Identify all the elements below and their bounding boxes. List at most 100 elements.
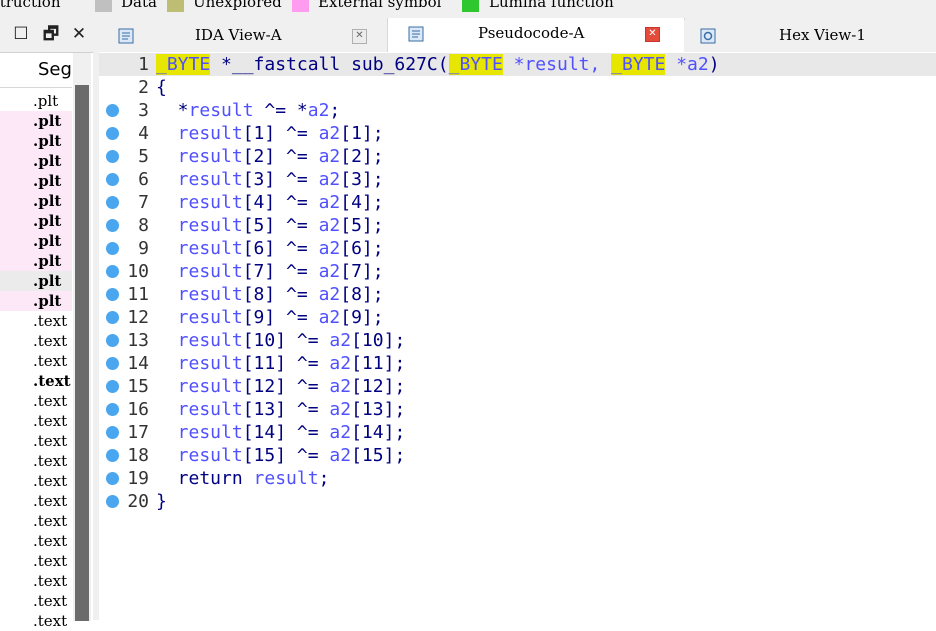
code-line[interactable]: 3 *result ^= *a2; — [99, 99, 936, 122]
code-text: result[14] ^= a2[14]; — [156, 421, 406, 444]
identifier-token: result — [156, 169, 243, 190]
segment-row[interactable]: .plt — [0, 91, 72, 111]
tab-ida-view[interactable]: IDA View-A ✕ — [100, 20, 386, 52]
segment-name: .plt — [33, 292, 62, 310]
segment-row[interactable]: .text — [0, 451, 72, 471]
code-line[interactable]: 6 result[3] ^= a2[3]; — [99, 168, 936, 191]
code-text: *result ^= *a2; — [156, 99, 341, 122]
line-number: 12 — [127, 307, 149, 328]
segment-row[interactable]: .plt — [0, 291, 72, 311]
code-token: [5] ^= — [242, 215, 319, 236]
segment-row[interactable]: .text — [0, 311, 72, 331]
segment-row[interactable]: .plt — [0, 131, 72, 151]
segment-row[interactable]: .text — [0, 611, 72, 631]
breakpoint-dot-icon[interactable] — [106, 265, 119, 278]
code-line[interactable]: 8 result[5] ^= a2[5]; — [99, 214, 936, 237]
pseudocode-view[interactable]: 1 _BYTE *__fastcall sub_627C(_BYTE *resul… — [99, 52, 936, 620]
code-line[interactable]: 19 return result; — [99, 467, 936, 490]
tab-hex-view[interactable]: Hex View-1 — [684, 20, 936, 52]
segment-row[interactable]: .text — [0, 391, 72, 411]
scrollbar-thumb[interactable] — [75, 85, 89, 621]
tab-close-icon[interactable]: ✕ — [352, 29, 367, 44]
tab-close-icon[interactable]: ✕ — [645, 27, 660, 42]
segment-row[interactable]: .text — [0, 591, 72, 611]
segment-row[interactable]: .text — [0, 491, 72, 511]
code-text: result[4] ^= a2[4]; — [156, 191, 384, 214]
float-icon[interactable]: 🗗 — [40, 22, 62, 46]
segment-row[interactable]: .text — [0, 471, 72, 491]
segment-row[interactable]: .plt — [0, 111, 72, 131]
close-icon[interactable]: ✕ — [68, 22, 90, 46]
breakpoint-dot-icon[interactable] — [106, 311, 119, 324]
code-line[interactable]: 7 result[4] ^= a2[4]; — [99, 191, 936, 214]
code-line[interactable]: 1 _BYTE *__fastcall sub_627C(_BYTE *resul… — [99, 53, 936, 76]
breakpoint-dot-icon[interactable] — [106, 127, 119, 140]
line-number: 13 — [127, 330, 149, 351]
segment-row[interactable]: .text — [0, 331, 72, 351]
code-token: [7] ^= — [242, 261, 319, 282]
code-line[interactable]: 17 result[14] ^= a2[14]; — [99, 421, 936, 444]
code-token: *__fastcall sub_627C( — [210, 54, 449, 75]
breakpoint-dot-icon[interactable] — [106, 173, 119, 186]
code-line[interactable]: 2{ — [99, 76, 936, 99]
breakpoint-dot-icon[interactable] — [106, 357, 119, 370]
segment-row[interactable]: .plt — [0, 151, 72, 171]
segment-row[interactable]: .plt — [0, 231, 72, 251]
segment-row[interactable]: .plt — [0, 191, 72, 211]
code-line[interactable]: 16 result[13] ^= a2[13]; — [99, 398, 936, 421]
segment-row[interactable]: .text — [0, 371, 72, 391]
tab-pseudocode[interactable]: Pseudocode-A ✕ — [387, 18, 685, 52]
segment-column-header[interactable]: Seg — [0, 53, 72, 88]
segment-row[interactable]: .text — [0, 411, 72, 431]
identifier-token: result — [253, 468, 319, 489]
segment-row[interactable]: .text — [0, 511, 72, 531]
line-number: 20 — [127, 491, 149, 512]
code-token: [13] ^= — [242, 399, 330, 420]
segment-row[interactable]: .plt — [0, 211, 72, 231]
code-line[interactable]: 13 result[10] ^= a2[10]; — [99, 329, 936, 352]
segment-row[interactable]: .text — [0, 431, 72, 451]
code-line[interactable]: 14 result[11] ^= a2[11]; — [99, 352, 936, 375]
segment-name: .text — [33, 372, 71, 390]
code-line[interactable]: 9 result[6] ^= a2[6]; — [99, 237, 936, 260]
code-text: result[6] ^= a2[6]; — [156, 237, 384, 260]
breakpoint-dot-icon[interactable] — [106, 403, 119, 416]
code-line[interactable]: 20} — [99, 490, 936, 513]
breakpoint-dot-icon[interactable] — [106, 380, 119, 393]
segment-row[interactable]: .plt — [0, 171, 72, 191]
breakpoint-dot-icon[interactable] — [106, 219, 119, 232]
segment-row[interactable]: .plt — [0, 251, 72, 271]
breakpoint-dot-icon[interactable] — [106, 449, 119, 462]
segment-name: .text — [33, 472, 68, 490]
code-text: result[8] ^= a2[8]; — [156, 283, 384, 306]
breakpoint-dot-icon[interactable] — [106, 242, 119, 255]
breakpoint-dot-icon[interactable] — [106, 426, 119, 439]
maximize-icon[interactable]: ☐ — [10, 22, 32, 46]
breakpoint-dot-icon[interactable] — [106, 495, 119, 508]
identifier-token: a2 — [329, 445, 352, 466]
code-line[interactable]: 11 result[8] ^= a2[8]; — [99, 283, 936, 306]
code-line[interactable]: 5 result[2] ^= a2[2]; — [99, 145, 936, 168]
code-token: [14]; — [351, 422, 406, 443]
breakpoint-dot-icon[interactable] — [106, 196, 119, 209]
breakpoint-dot-icon[interactable] — [106, 334, 119, 347]
code-token: * — [156, 100, 189, 121]
segment-row[interactable]: .text — [0, 531, 72, 551]
code-line[interactable]: 15 result[12] ^= a2[12]; — [99, 375, 936, 398]
code-text: } — [156, 490, 167, 513]
segment-row[interactable]: .text — [0, 571, 72, 591]
breakpoint-dot-icon[interactable] — [106, 288, 119, 301]
identifier-token: a2 — [329, 330, 352, 351]
breakpoint-dot-icon[interactable] — [106, 150, 119, 163]
code-line[interactable]: 4 result[1] ^= a2[1]; — [99, 122, 936, 145]
code-line[interactable]: 18 result[15] ^= a2[15]; — [99, 444, 936, 467]
breakpoint-dot-icon[interactable] — [106, 472, 119, 485]
breakpoint-dot-icon[interactable] — [106, 104, 119, 117]
segment-row[interactable]: .plt — [0, 271, 72, 291]
type-token-highlight: _BYTE — [448, 54, 503, 75]
segment-row[interactable]: .text — [0, 551, 72, 571]
code-line[interactable]: 12 result[9] ^= a2[9]; — [99, 306, 936, 329]
code-token: [12] ^= — [242, 376, 330, 397]
segment-row[interactable]: .text — [0, 351, 72, 371]
code-line[interactable]: 10 result[7] ^= a2[7]; — [99, 260, 936, 283]
